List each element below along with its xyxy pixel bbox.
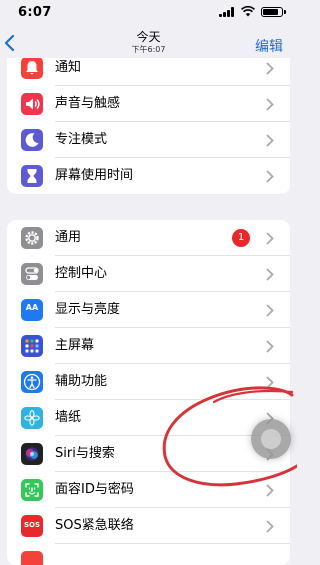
- settings-group-2: 通用 1 控制中心 AA 显示与亮度 主屏幕 辅助功能 墙纸 Siri与搜索 面…: [7, 220, 290, 565]
- text-size-icon: AA: [21, 299, 43, 321]
- home-grid-icon: [21, 335, 43, 357]
- chevron-right-icon: [266, 62, 274, 75]
- assistive-touch-button[interactable]: [251, 419, 291, 459]
- siri-icon: [21, 443, 43, 465]
- row-display-brightness[interactable]: AA 显示与亮度: [7, 292, 290, 328]
- row-general[interactable]: 通用 1: [7, 220, 290, 256]
- row-label: 主屏幕: [55, 338, 95, 353]
- edit-button[interactable]: 编辑: [255, 36, 283, 56]
- battery-icon: [261, 7, 286, 17]
- notification-badge: 1: [232, 229, 250, 247]
- row-partially-visible[interactable]: [7, 544, 290, 565]
- chevron-right-icon: [266, 98, 274, 111]
- status-time: 6:07: [18, 5, 52, 20]
- wifi-icon: [241, 6, 255, 17]
- row-wallpaper[interactable]: 墙纸: [7, 400, 290, 436]
- chevron-right-icon: [266, 484, 274, 497]
- gear-icon: [21, 227, 43, 249]
- row-focus[interactable]: 专注模式: [7, 122, 290, 158]
- row-emergency-sos[interactable]: SOS SOS紧急联络: [7, 508, 290, 544]
- chevron-right-icon: [266, 376, 274, 389]
- row-siri-search[interactable]: Siri与搜索: [7, 436, 290, 472]
- sos-icon: SOS: [21, 515, 43, 537]
- row-label: 控制中心: [55, 266, 108, 281]
- row-control-center[interactable]: 控制中心: [7, 256, 290, 292]
- status-bar: 6:07: [0, 0, 297, 24]
- flower-icon: [21, 407, 43, 429]
- chevron-right-icon: [266, 134, 274, 147]
- row-label: 通用: [55, 230, 82, 245]
- face-id-icon: [21, 479, 43, 501]
- settings-group-1: 通知 声音与触感 专注模式 屏幕使用时间: [7, 58, 290, 194]
- chevron-right-icon: [266, 304, 274, 317]
- bell-icon: [21, 58, 43, 79]
- row-label: 通知: [55, 60, 82, 75]
- chevron-right-icon: [266, 170, 274, 183]
- chevron-right-icon: [266, 340, 274, 353]
- row-sounds-haptics[interactable]: 声音与触感: [7, 86, 290, 122]
- nav-subtitle: 下午6:07: [131, 45, 166, 54]
- row-label: 专注模式: [55, 132, 108, 147]
- chevron-right-icon: [266, 520, 274, 533]
- toggles-icon: [21, 263, 43, 285]
- row-label: 墙纸: [55, 410, 82, 425]
- row-label: 面容ID与密码: [55, 482, 134, 497]
- row-label: 声音与触感: [55, 96, 121, 111]
- speaker-icon: [21, 93, 43, 115]
- row-label: 辅助功能: [55, 374, 108, 389]
- row-accessibility[interactable]: 辅助功能: [7, 364, 290, 400]
- row-label: 屏幕使用时间: [55, 168, 134, 183]
- accessibility-icon: [21, 371, 43, 393]
- nav-title: 今天: [136, 30, 161, 44]
- chevron-right-icon: [266, 232, 274, 245]
- row-face-id-passcode[interactable]: 面容ID与密码: [7, 472, 290, 508]
- row-home-screen[interactable]: 主屏幕: [7, 328, 290, 364]
- chevron-right-icon: [266, 268, 274, 281]
- row-label: 显示与亮度: [55, 302, 121, 317]
- row-notifications[interactable]: 通知: [7, 58, 290, 86]
- partial-row-icon: [21, 551, 43, 565]
- row-screen-time[interactable]: 屏幕使用时间: [7, 158, 290, 194]
- navigation-bar: 今天 下午6:07 编辑: [0, 24, 297, 60]
- moon-icon: [21, 129, 43, 151]
- hourglass-icon: [21, 165, 43, 187]
- row-label: Siri与搜索: [55, 446, 115, 461]
- cellular-signal-icon: [219, 7, 235, 17]
- row-label: SOS紧急联络: [55, 518, 134, 533]
